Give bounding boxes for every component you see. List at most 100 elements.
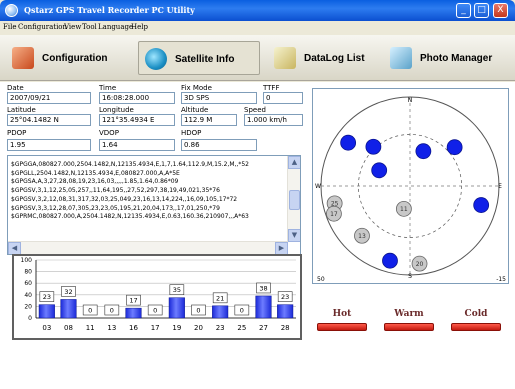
scroll-thumb[interactable] <box>289 190 300 210</box>
prn-label: 08 <box>64 324 73 332</box>
satellite-used-marker <box>415 143 432 160</box>
snr-value-label: 38 <box>259 284 267 292</box>
pdop-field: 1.95 <box>7 139 91 151</box>
cold-start-bar <box>451 323 501 331</box>
photo-icon <box>390 47 412 69</box>
nmea-vertical-scrollbar[interactable]: ▲ ▼ <box>287 156 300 242</box>
satellite-prn-label: 20 <box>416 261 424 268</box>
menu-language[interactable]: Language <box>98 23 133 31</box>
main-toolbar: Configuration Satellite Info DataLog Lis… <box>0 35 515 81</box>
signal-bar <box>255 295 272 319</box>
datalog-list-label: DataLog List <box>304 53 365 64</box>
satellite-info-button[interactable]: Satellite Info <box>138 41 260 75</box>
scroll-down-button[interactable]: ▼ <box>288 229 300 242</box>
longitude-field: 121°35.4934 E <box>99 114 175 126</box>
cold-start-label: Cold <box>464 309 488 319</box>
window-title: Qstarz GPS Travel Recorder PC Utility <box>24 5 195 15</box>
menu-help[interactable]: Help <box>131 23 148 31</box>
satellite-globe-icon <box>145 48 167 70</box>
snr-value-label: 0 <box>153 307 157 315</box>
datalog-list-button[interactable]: DataLog List <box>268 41 388 75</box>
nmea-line: $GPGSV,3,1,12,25,05,257,,11,64,195,,27,5… <box>11 187 220 195</box>
scroll-up-button[interactable]: ▲ <box>288 156 300 169</box>
y-tick-label: 100 <box>21 257 33 264</box>
signal-bar <box>38 304 55 319</box>
fix-mode-field: 3D SPS <box>181 92 257 104</box>
snr-value-label: 0 <box>196 307 200 315</box>
configuration-label: Configuration <box>42 53 108 64</box>
menu-file[interactable]: File <box>3 23 16 31</box>
nmea-horizontal-scrollbar[interactable]: ◀ ▶ <box>8 241 288 254</box>
signal-strength-chart: 100 80 60 40 20 0 23 03 32 08 0 11 0 13 17 16 0 17 35 19 0 20… <box>12 254 302 340</box>
configuration-button[interactable]: Configuration <box>6 41 126 75</box>
altitude-field: 112.9 M <box>181 114 237 126</box>
warm-start-bar <box>384 323 434 331</box>
title-bar: Qstarz GPS Travel Recorder PC Utility _ … <box>0 0 515 21</box>
ttff-label: TTFF <box>263 84 280 92</box>
menu-tool[interactable]: Tool <box>82 23 97 31</box>
date-label: Date <box>7 84 24 92</box>
signal-chart-svg: 100 80 60 40 20 0 23 03 32 08 0 11 0 13 17 16 0 17 35 19 0 20… <box>21 257 296 332</box>
prn-label: 03 <box>42 324 51 332</box>
nmea-line: $GPGSA,A,3,27,28,08,19,23,16,03,,,,,1.85… <box>11 178 179 186</box>
longitude-label: Longitude <box>99 106 134 114</box>
satellite-used-marker <box>473 197 490 213</box>
date-field: 2007/09/21 <box>7 92 91 104</box>
prn-label: 17 <box>151 324 160 332</box>
sky-view-panel: N S E W 50 -15 25 11 17 13 20 <box>312 88 509 284</box>
time-field: 16:08:28.000 <box>99 92 175 104</box>
snr-value-label: 23 <box>43 293 51 301</box>
fix-mode-label: Fix Mode <box>181 84 212 92</box>
latitude-label: Latitude <box>7 106 36 114</box>
satellite-used-marker <box>382 252 398 269</box>
y-tick-label: 20 <box>24 303 32 310</box>
signal-bar <box>212 305 229 319</box>
prn-label: 28 <box>281 324 290 332</box>
corner-label: 50 <box>317 276 325 283</box>
satellite-prn-label: 13 <box>358 233 366 240</box>
maximize-button[interactable]: □ <box>474 3 489 18</box>
snr-value-label: 0 <box>240 307 244 315</box>
nmea-log[interactable]: $GPGGA,080827.000,2504.1482,N,12135.4934… <box>7 155 301 255</box>
west-label: W <box>315 183 321 190</box>
hot-start-bar <box>317 323 367 331</box>
photo-manager-button[interactable]: Photo Manager <box>384 41 509 75</box>
configuration-icon <box>12 47 34 69</box>
prn-label: 19 <box>172 324 181 332</box>
satellite-used-marker <box>365 138 382 155</box>
prn-label: 25 <box>237 324 246 332</box>
snr-value-label: 35 <box>173 286 181 294</box>
speed-label: Speed <box>244 106 266 114</box>
signal-bar <box>60 299 77 319</box>
snr-value-label: 17 <box>129 297 137 305</box>
app-globe-icon <box>5 4 18 17</box>
pdop-label: PDOP <box>7 129 27 137</box>
satellite-prn-label: 17 <box>330 211 338 218</box>
snr-value-label: 23 <box>281 293 289 301</box>
menu-configuration[interactable]: Configuration <box>18 23 67 31</box>
hdop-field: 0.86 <box>181 139 257 151</box>
snr-value-label: 21 <box>216 294 224 302</box>
prn-label: 27 <box>259 324 268 332</box>
signal-bar <box>168 297 185 319</box>
menu-view[interactable]: View <box>64 23 81 31</box>
y-tick-label: 0 <box>28 315 32 322</box>
nmea-line: $GPGSV,3,2,12,08,31,317,32,03,25,049,23,… <box>11 195 238 203</box>
minimize-button[interactable]: _ <box>456 3 471 18</box>
satellite-used-marker <box>371 162 388 179</box>
prn-label: 23 <box>216 324 225 332</box>
signal-bar <box>125 307 142 319</box>
prn-label: 16 <box>129 324 138 332</box>
latitude-field: 25°04.1482 N <box>7 114 91 126</box>
y-tick-label: 60 <box>24 280 32 287</box>
y-tick-label: 80 <box>24 269 32 276</box>
north-label: N <box>408 97 413 104</box>
nmea-line: $GPRMC,080827.000,A,2504.1482,N,12135.49… <box>11 213 249 221</box>
vdop-field: 1.64 <box>99 139 175 151</box>
south-label: S <box>408 273 412 280</box>
snr-value-label: 32 <box>64 288 72 296</box>
prn-label: 11 <box>86 324 95 332</box>
ttff-field: 0 <box>263 92 303 104</box>
close-button[interactable]: X <box>493 3 508 18</box>
east-label: E <box>498 183 502 190</box>
